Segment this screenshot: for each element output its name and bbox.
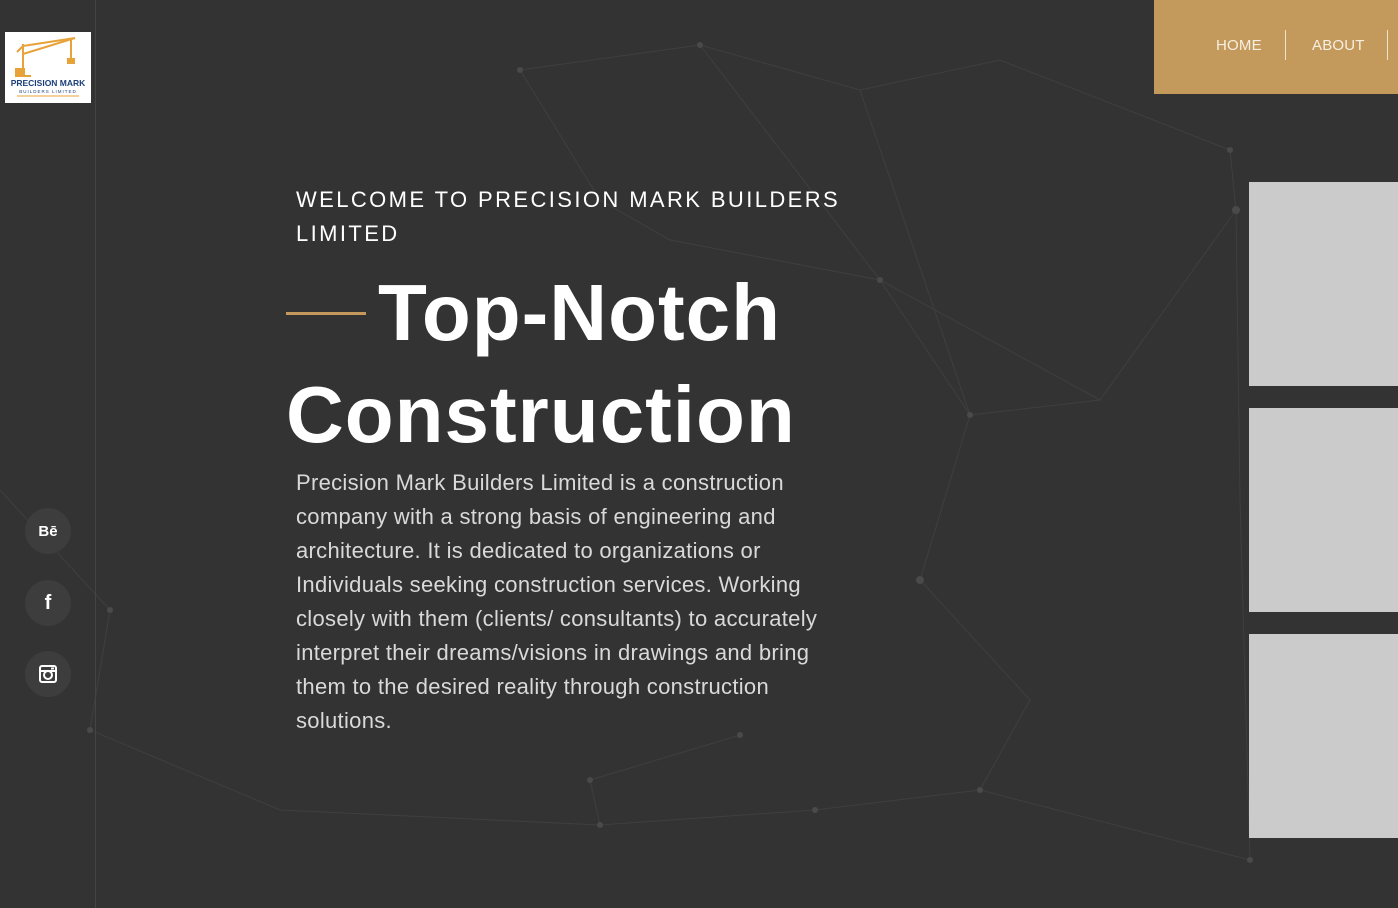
title-line1: Top-Notch (378, 268, 781, 357)
logo-line1: PRECISION MARK (11, 78, 86, 88)
welcome-text: WELCOME TO PRECISION MARK BUILDERS LIMIT… (296, 187, 841, 246)
instagram-link[interactable] (25, 651, 71, 697)
facebook-icon: f (44, 591, 52, 614)
behance-link[interactable]: Bē (25, 508, 71, 554)
crane-logo-icon: PRECISION MARK BUILDERS LIMITED (11, 37, 86, 97)
top-navigation: HOME ABOUT (1154, 0, 1398, 94)
sidebar: PRECISION MARK BUILDERS LIMITED Bē f (0, 0, 96, 908)
hero-title: Top-Notch Construction (286, 262, 906, 466)
instagram-icon (39, 665, 57, 683)
title-accent-line (286, 311, 366, 315)
nav-divider (1285, 30, 1286, 60)
hero-section: WELCOME TO PRECISION MARK BUILDERS LIMIT… (296, 183, 856, 251)
behance-icon: Bē (38, 522, 58, 540)
nav-about[interactable]: ABOUT (1312, 37, 1365, 54)
nav-home[interactable]: HOME (1216, 37, 1262, 54)
logo-line2: BUILDERS LIMITED (19, 89, 77, 94)
side-panel[interactable] (1249, 408, 1398, 612)
logo[interactable]: PRECISION MARK BUILDERS LIMITED (5, 32, 91, 103)
facebook-link[interactable]: f (25, 580, 71, 626)
nav-divider (1387, 30, 1388, 60)
side-panel[interactable] (1249, 634, 1398, 838)
title-line2: Construction (286, 370, 796, 459)
side-panel[interactable] (1249, 182, 1398, 386)
hero-description: Precision Mark Builders Limited is a con… (296, 470, 818, 733)
